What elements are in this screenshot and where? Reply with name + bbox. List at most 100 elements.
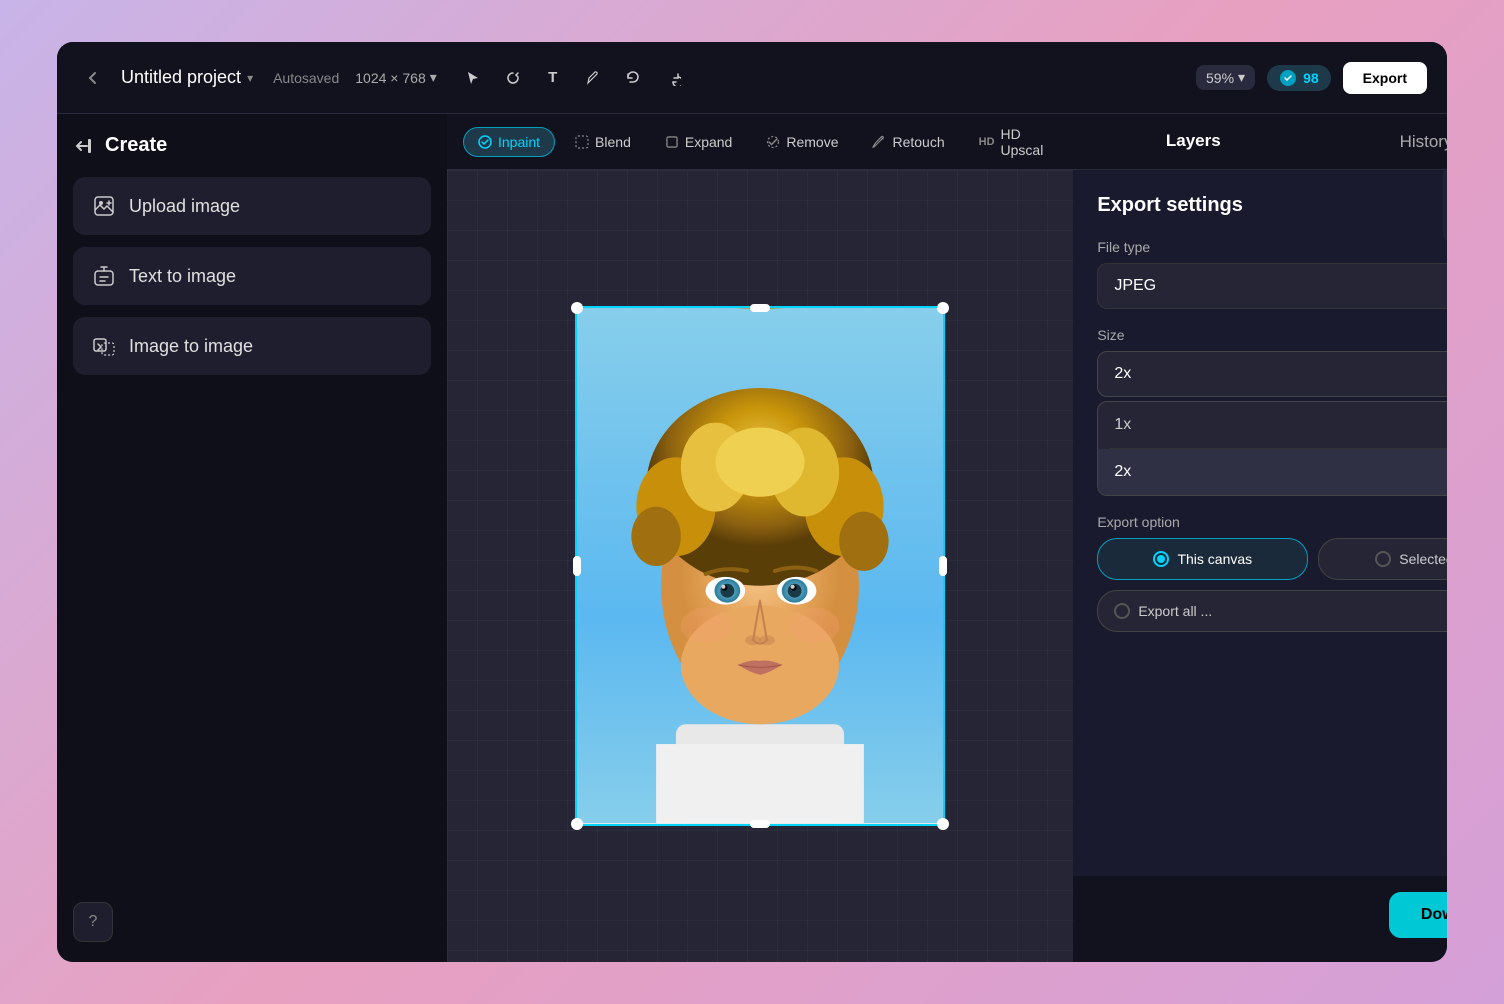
size-dropdown-options: 1x 2x (1097, 401, 1447, 496)
size-1x-label: 1x (1114, 416, 1131, 433)
canvas-area: Inpaint Blend Expand (447, 114, 1073, 962)
create-title: Create (105, 134, 167, 157)
layers-tab[interactable]: Layers (1073, 114, 1313, 169)
layers-thumbnail (1443, 170, 1447, 240)
help-button[interactable]: ? (73, 902, 113, 942)
blend-label: Blend (595, 134, 631, 150)
export-panel: Export settings File type JPEG ▾ Size 2x (1073, 170, 1447, 876)
left-sidebar: Create Upload image Text to image (57, 114, 447, 962)
download-button[interactable]: Download (1389, 892, 1447, 938)
this-canvas-radio (1153, 551, 1169, 567)
selected-radio (1375, 551, 1391, 567)
size-current-value: 2x (1114, 365, 1131, 383)
credit-count: 98 (1303, 70, 1319, 86)
remove-icon (766, 135, 780, 149)
canvas-image-container (575, 306, 945, 826)
file-type-value: JPEG (1114, 277, 1156, 295)
selected-option[interactable]: Selected l... (1318, 538, 1447, 580)
resize-handle-mr[interactable] (939, 556, 947, 576)
image-to-image-icon (93, 335, 115, 357)
redo-button[interactable] (657, 62, 689, 94)
export-button[interactable]: Export (1343, 62, 1427, 94)
upload-image-label: Upload image (129, 196, 240, 217)
canvas-size-control[interactable]: 1024 × 768 ▾ (355, 69, 437, 86)
canvas-size-value: 1024 × 768 (355, 70, 425, 86)
rotate-tool-button[interactable] (497, 62, 529, 94)
back-button[interactable] (77, 62, 109, 94)
history-tab[interactable]: History ▾ (1313, 114, 1447, 169)
export-option-row: This canvas Selected l... (1097, 538, 1447, 580)
upload-icon (93, 195, 115, 217)
expand-tool[interactable]: Expand (651, 128, 746, 156)
this-canvas-option[interactable]: This canvas (1097, 538, 1308, 580)
pen-tool-button[interactable] (577, 62, 609, 94)
resize-handle-tm[interactable] (750, 304, 770, 312)
size-label: Size (1097, 327, 1447, 343)
shirt-overlay (577, 721, 943, 824)
right-panel-header: Layers History ▾ (1073, 114, 1447, 170)
zoom-control[interactable]: 59% ▾ (1196, 65, 1255, 90)
remove-label: Remove (786, 134, 838, 150)
blend-icon (575, 135, 589, 149)
photo-face (577, 308, 943, 824)
credit-icon (1279, 69, 1297, 87)
inpaint-tool[interactable]: Inpaint (463, 127, 555, 157)
size-option-2x[interactable]: 2x (1098, 449, 1447, 495)
text-to-image-button[interactable]: Text to image (73, 247, 431, 305)
this-canvas-label: This canvas (1177, 551, 1252, 567)
main-content: Create Upload image Text to image (57, 114, 1447, 962)
upscal-hd-badge: HD (979, 136, 995, 148)
text-tool-button[interactable]: T (537, 62, 569, 94)
autosaved-status: Autosaved (273, 70, 339, 86)
retouch-tool[interactable]: Retouch (858, 128, 958, 156)
export-all-label: Export all ... (1138, 603, 1212, 619)
create-header: Create (73, 134, 431, 157)
top-bar: Untitled project ▾ Autosaved 1024 × 768 … (57, 42, 1447, 114)
expand-label: Expand (685, 134, 732, 150)
resize-handle-ml[interactable] (573, 556, 581, 576)
size-dropdown-trigger[interactable]: 2x ∧ (1097, 351, 1447, 397)
undo-button[interactable] (617, 62, 649, 94)
export-option-label: Export option (1097, 514, 1447, 530)
image-to-image-button[interactable]: Image to image (73, 317, 431, 375)
image-to-image-label: Image to image (129, 336, 253, 357)
app-window: Untitled project ▾ Autosaved 1024 × 768 … (57, 42, 1447, 962)
resize-handle-bm[interactable] (750, 820, 770, 828)
help-icon: ? (89, 913, 98, 931)
project-chevron-icon: ▾ (247, 71, 253, 85)
select-tool-button[interactable] (457, 62, 489, 94)
file-type-select[interactable]: JPEG ▾ (1097, 263, 1447, 309)
upload-image-button[interactable]: Upload image (73, 177, 431, 235)
retouch-icon (872, 135, 886, 149)
credit-badge: 98 (1267, 65, 1331, 91)
remove-tool[interactable]: Remove (752, 128, 852, 156)
top-right-area: 59% ▾ 98 Export (1196, 62, 1427, 94)
create-header-icon (73, 135, 95, 157)
inpaint-icon (478, 135, 492, 149)
zoom-chevron-icon: ▾ (1238, 69, 1245, 86)
blend-tool[interactable]: Blend (561, 128, 645, 156)
selected-label: Selected l... (1399, 551, 1447, 567)
canvas-viewport[interactable] (447, 170, 1073, 962)
size-dropdown: 2x ∧ 1x 2x (1097, 351, 1447, 496)
project-title: Untitled project (121, 67, 241, 88)
right-panel: Layers History ▾ Export settings File ty… (1073, 114, 1447, 962)
file-type-field: File type JPEG ▾ (1097, 239, 1447, 309)
canvas-image (577, 308, 943, 824)
download-area: Download (1073, 876, 1447, 962)
text-to-image-icon (93, 265, 115, 287)
top-tool-bar: T (457, 62, 689, 94)
size-option-1x[interactable]: 1x (1098, 402, 1447, 448)
size-2x-label: 2x (1114, 463, 1131, 480)
export-settings-title: Export settings (1097, 194, 1447, 217)
export-all-radio (1114, 603, 1130, 619)
zoom-value: 59% (1206, 70, 1234, 86)
export-all-option[interactable]: Export all ... (1097, 590, 1447, 632)
toolbar-strip: Inpaint Blend Expand (447, 114, 1073, 170)
hair-overlay (577, 308, 943, 540)
upscal-tool[interactable]: HD HD Upscal (965, 120, 1058, 164)
file-type-label: File type (1097, 239, 1447, 255)
expand-icon (665, 135, 679, 149)
upscal-label: HD Upscal (1001, 126, 1044, 158)
project-title-area[interactable]: Untitled project ▾ (121, 67, 253, 88)
